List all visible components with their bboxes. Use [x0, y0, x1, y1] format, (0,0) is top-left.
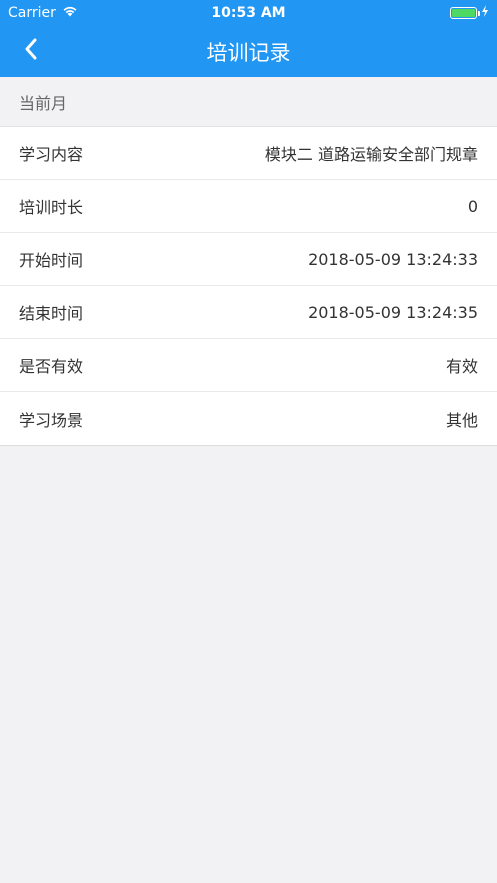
row-valid: 是否有效 有效 — [0, 339, 497, 392]
row-scene: 学习场景 其他 — [0, 392, 497, 445]
row-content: 学习内容 模块二 道路运输安全部门规章 — [0, 127, 497, 180]
row-label: 学习内容 — [19, 145, 84, 164]
row-label: 结束时间 — [19, 304, 84, 323]
row-value: 有效 — [445, 357, 478, 376]
chevron-left-icon — [24, 38, 38, 64]
row-label: 是否有效 — [19, 357, 84, 376]
row-label: 开始时间 — [19, 251, 84, 270]
page-title: 培训记录 — [206, 40, 291, 65]
row-start-time: 开始时间 2018-05-09 13:24:33 — [0, 233, 497, 286]
section-header: 当前月 — [0, 77, 497, 127]
section-title: 当前月 — [19, 93, 68, 113]
row-label: 培训时长 — [19, 198, 84, 217]
row-value: 其他 — [445, 410, 478, 430]
status-time: 10:53 AM — [211, 5, 286, 21]
status-bar: Carrier 10:53 AM — [0, 0, 497, 26]
row-value: 2018-05-09 13:24:35 — [308, 302, 478, 322]
nav-bar: 培训记录 — [0, 26, 497, 77]
record-list: 学习内容 模块二 道路运输安全部门规章 培训时长 0 开始时间 2018-05-… — [0, 127, 497, 446]
row-value: 0 — [467, 196, 478, 216]
back-button[interactable] — [16, 36, 46, 66]
row-label: 学习场景 — [19, 410, 84, 430]
row-duration: 培训时长 0 — [0, 180, 497, 233]
header: Carrier 10:53 AM 培训记录 — [0, 0, 497, 77]
row-end-time: 结束时间 2018-05-09 13:24:35 — [0, 286, 497, 339]
battery-fill — [452, 9, 475, 17]
row-value: 2018-05-09 13:24:33 — [308, 249, 478, 269]
battery-icon — [450, 7, 480, 19]
row-value: 模块二 道路运输安全部门规章 — [264, 145, 478, 164]
